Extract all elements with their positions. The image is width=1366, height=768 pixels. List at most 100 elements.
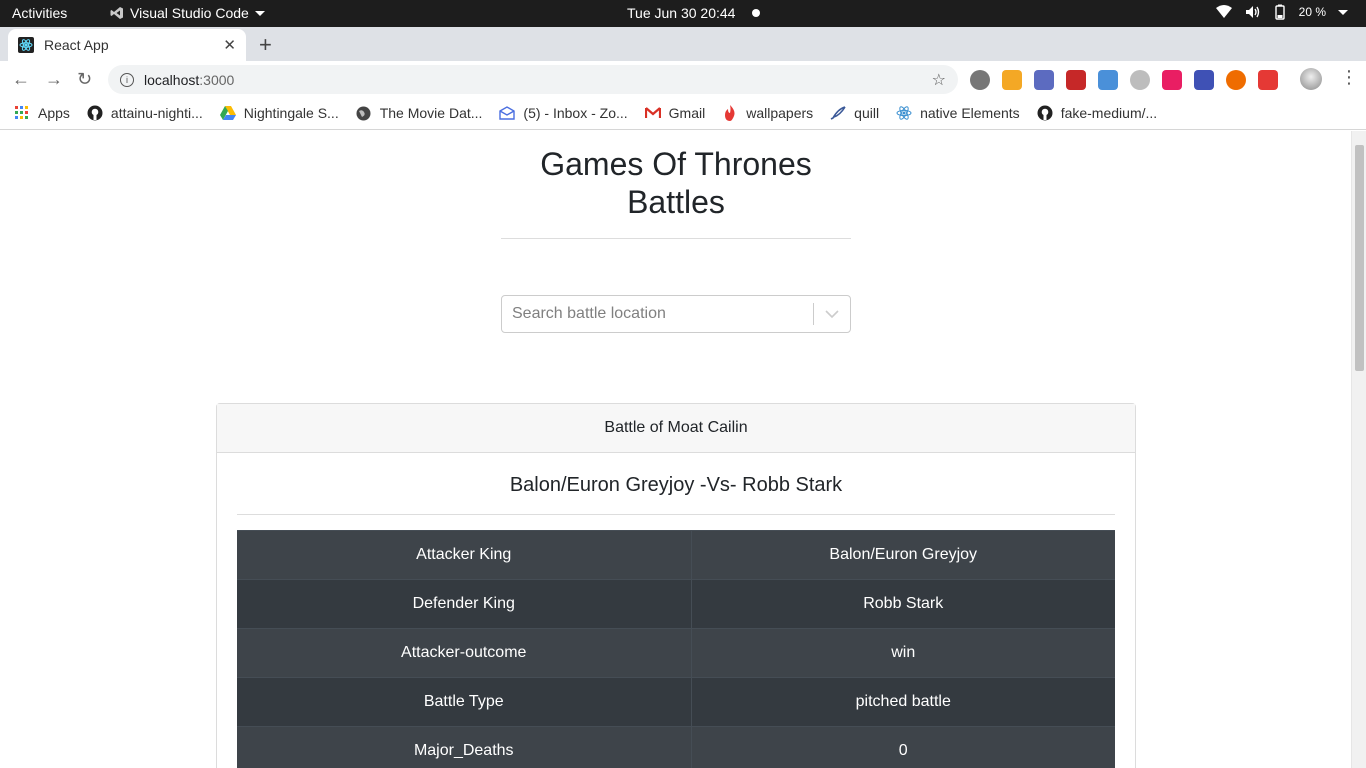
stat-value: Robb Stark — [691, 579, 1115, 629]
activities-button[interactable]: Activities — [12, 5, 67, 21]
scrollbar-thumb[interactable] — [1355, 145, 1364, 371]
bookmark-label: Gmail — [668, 105, 706, 121]
extension-on-badge-icon[interactable] — [1194, 70, 1214, 90]
extensions-area — [970, 70, 1278, 90]
extension-opera-icon[interactable] — [1258, 70, 1278, 90]
extension-dark-circle-icon[interactable] — [970, 70, 990, 90]
table-row: Major_Deaths 0 — [237, 726, 1115, 768]
bookmark-4[interactable]: (5) - Inbox - Zo... — [499, 105, 628, 121]
url-host: localhost — [144, 71, 200, 88]
title-divider — [501, 238, 851, 239]
bookmark-7[interactable]: quill — [830, 105, 879, 121]
github-icon — [1037, 105, 1053, 121]
app-menu[interactable]: Visual Studio Code — [110, 5, 265, 21]
bookmark-label: native Elements — [920, 105, 1020, 121]
back-icon[interactable]: ← — [12, 69, 30, 90]
stat-label: Major_Deaths — [237, 726, 692, 768]
battle-location-select[interactable]: Search battle location — [501, 295, 851, 333]
extension-orange-icon[interactable] — [1002, 70, 1022, 90]
bookmarks-bar: Apps attainu-nighti... Nightingale S... The… — [0, 97, 1366, 130]
bookmark-2[interactable]: Nightingale S... — [219, 105, 339, 121]
bookmark-star-icon[interactable]: ☆ — [932, 70, 946, 90]
bookmark-label: Nightingale S... — [243, 105, 339, 121]
page-title: Games Of Thrones Battles — [540, 146, 812, 220]
search-placeholder: Search battle location — [512, 305, 666, 322]
bookmark-label: quill — [854, 105, 880, 121]
gmail-icon — [644, 105, 661, 121]
page-scrollbar[interactable] — [1351, 131, 1366, 768]
page-viewport: Games Of Thrones Battles Search battle l… — [0, 131, 1366, 768]
stat-label: Attacker King — [237, 530, 692, 580]
flame-icon — [722, 105, 738, 121]
extension-clock-icon[interactable] — [1130, 70, 1150, 90]
github-icon — [87, 105, 103, 121]
notification-dot-icon — [752, 9, 760, 17]
clock[interactable]: Tue Jun 30 20:44 — [627, 5, 735, 21]
volume-icon — [1245, 6, 1259, 18]
globe-icon — [356, 105, 372, 121]
bookmark-0[interactable]: Apps — [14, 105, 70, 121]
profile-avatar[interactable] — [1300, 68, 1322, 90]
bookmark-label: wallpapers — [746, 105, 814, 121]
extension-red-puzzle-icon[interactable] — [1066, 70, 1086, 90]
stat-value: 0 — [691, 726, 1115, 768]
card-divider — [237, 514, 1115, 515]
browser-tab[interactable]: React App ✕ — [8, 29, 246, 61]
browser-toolbar: ← → ↻ i localhost:3000 ☆ ⋮ — [0, 61, 1366, 97]
stat-value: Balon/Euron Greyjoy — [691, 530, 1115, 580]
url-port: :3000 — [199, 71, 235, 88]
new-tab-button[interactable]: + — [259, 32, 272, 58]
battle-matchup: Balon/Euron Greyjoy -Vs- Robb Stark — [509, 474, 843, 496]
mail-icon — [499, 105, 516, 121]
bookmark-1[interactable]: attainu-nighti... — [87, 105, 203, 121]
extension-color-grid-icon[interactable] — [1162, 70, 1182, 90]
reload-icon[interactable]: ↻ — [77, 69, 92, 90]
address-bar[interactable]: i localhost:3000 ☆ — [108, 65, 958, 94]
vscode-icon — [110, 7, 123, 19]
bookmark-label: attainu-nighti... — [110, 105, 203, 121]
react-icon — [896, 105, 912, 121]
table-row: Attacker-outcome win — [237, 628, 1115, 678]
table-row: Attacker King Balon/Euron Greyjoy — [237, 530, 1115, 580]
bookmark-3[interactable]: The Movie Dat... — [356, 105, 483, 121]
bookmark-6[interactable]: wallpapers — [722, 105, 813, 121]
info-icon[interactable]: i — [120, 72, 134, 87]
app-name: Visual Studio Code — [130, 5, 249, 21]
extension-bottle-icon[interactable] — [1226, 70, 1246, 90]
stat-label: Attacker-outcome — [237, 628, 692, 678]
react-icon — [18, 37, 34, 53]
battery-percent: 20 % — [1298, 5, 1326, 19]
chevron-down-icon[interactable] — [814, 309, 850, 319]
table-row: Defender King Robb Stark — [237, 579, 1115, 629]
forward-icon[interactable]: → — [45, 69, 63, 90]
bookmark-label: Apps — [38, 105, 70, 121]
bookmark-label: fake-medium/... — [1060, 105, 1158, 121]
tab-title: React App — [44, 37, 109, 53]
bookmark-9[interactable]: fake-medium/... — [1037, 105, 1157, 121]
apps-grid-icon — [14, 105, 30, 121]
stat-label: Defender King — [237, 579, 692, 629]
battery-icon — [1274, 4, 1285, 20]
system-tray[interactable]: 20 % — [1215, 4, 1348, 20]
stat-value: pitched battle — [691, 677, 1115, 727]
bookmark-8[interactable]: native Elements — [896, 105, 1020, 121]
bookmark-5[interactable]: Gmail — [644, 105, 706, 121]
battle-name: Battle of Moat Cailin — [217, 404, 1135, 453]
quill-icon — [830, 105, 846, 121]
battle-card: Battle of Moat Cailin Balon/Euron Greyjo… — [216, 403, 1136, 768]
tab-strip: React App ✕ + — [0, 27, 1366, 61]
table-row: Battle Type pitched battle — [237, 677, 1115, 727]
bookmark-label: (5) - Inbox - Zo... — [523, 105, 628, 121]
google-drive-icon — [219, 105, 236, 121]
close-icon[interactable]: ✕ — [223, 36, 236, 54]
battle-stats-table: Attacker King Balon/Euron Greyjoy Defender… — [237, 530, 1115, 768]
extension-blue-drop-icon[interactable] — [1098, 70, 1118, 90]
more-menu-icon[interactable]: ⋮ — [1340, 67, 1358, 88]
bookmark-label: The Movie Dat... — [379, 105, 483, 121]
wifi-icon — [1215, 5, 1232, 18]
chevron-down-icon — [1338, 9, 1348, 15]
chevron-down-icon — [254, 10, 265, 16]
extension-12h-icon[interactable] — [1034, 70, 1054, 90]
system-top-bar: Activities Visual Studio Code Tue Jun 30… — [0, 0, 1366, 27]
stat-label: Battle Type — [237, 677, 692, 727]
